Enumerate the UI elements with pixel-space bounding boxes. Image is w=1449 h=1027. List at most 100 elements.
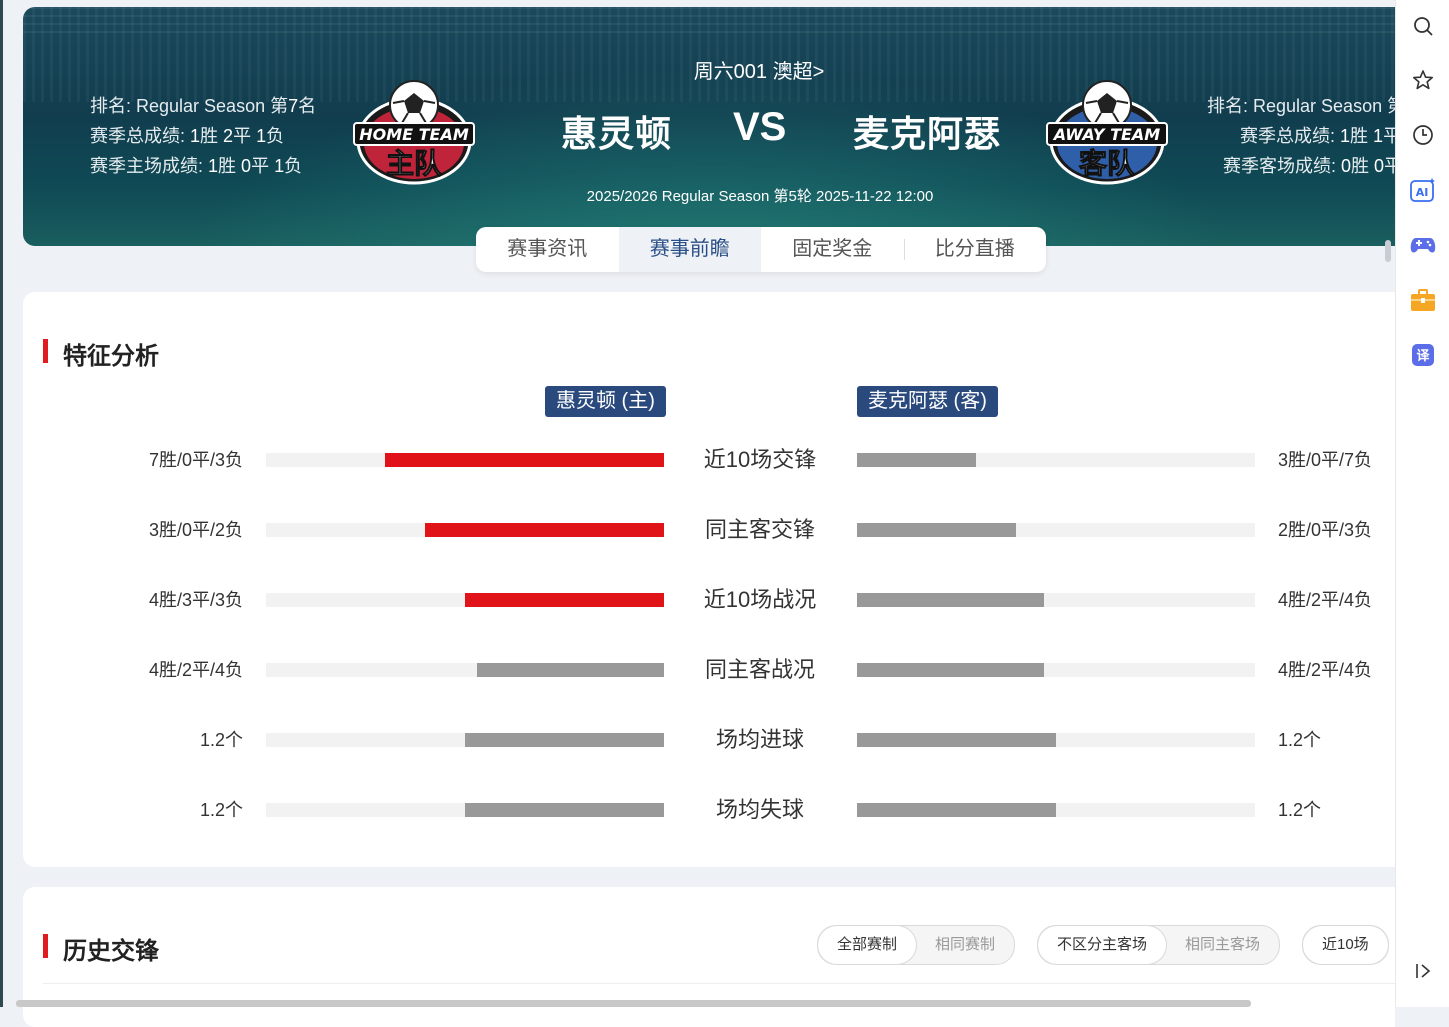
feature-home-bar — [465, 593, 664, 607]
tab-live-score[interactable]: 比分直播 — [903, 227, 1047, 272]
feature-label: 近10场交锋 — [703, 447, 817, 472]
feature-home-value: 4胜/3平/3负 — [148, 590, 243, 610]
filter-same-competition[interactable]: 相同赛制 — [916, 926, 1014, 964]
game-icon[interactable] — [1409, 231, 1437, 259]
horizontal-scrollbar[interactable] — [16, 1000, 1251, 1007]
feature-away-bar-track — [857, 523, 1255, 537]
vs-label: VS — [733, 105, 787, 149]
away-team-stats: 排名: Regular Season 第 赛季总成绩: 1胜 1平 赛季客场成绩… — [1203, 91, 1395, 181]
star-icon[interactable] — [1409, 66, 1437, 94]
feature-away-value: 4胜/2平/4负 — [1278, 660, 1373, 680]
feature-row: 7胜/0平/3负 近10场交锋 3胜/0平/7负 — [23, 440, 1395, 480]
svg-text:HOME TEAM: HOME TEAM — [359, 125, 469, 144]
search-icon[interactable] — [1409, 12, 1437, 40]
feature-home-bar — [477, 663, 664, 677]
feature-home-bar-track — [266, 803, 664, 817]
feature-away-value: 1.2个 — [1278, 800, 1322, 820]
history-icon[interactable] — [1409, 121, 1437, 149]
tab-preview[interactable]: 赛事前瞻 — [618, 227, 761, 272]
feature-home-bar-track — [266, 453, 664, 467]
feature-home-bar — [465, 733, 664, 747]
feature-label: 同主客战况 — [704, 657, 815, 682]
feature-home-value: 4胜/2平/4负 — [148, 660, 243, 680]
scrollbar-thumb[interactable] — [1385, 240, 1391, 262]
feature-away-value: 1.2个 — [1278, 730, 1322, 750]
briefcase-icon[interactable] — [1409, 286, 1437, 314]
filter-last-10[interactable]: 近10场 — [1303, 926, 1388, 964]
feature-home-bar-track — [266, 663, 664, 677]
away-venue-record: 赛季客场成绩: 0胜 0平 — [1223, 156, 1395, 176]
match-tabs: 赛事资讯 赛事前瞻 固定奖金 比分直播 — [476, 227, 1046, 272]
competition-filter: 全部赛制 相同赛制 — [817, 925, 1016, 965]
away-team-logo: AWAY TEAM 客队 — [1041, 75, 1173, 195]
home-team-badge: 惠灵顿 (主) — [545, 386, 666, 417]
collapse-icon[interactable] — [1409, 957, 1437, 985]
feature-away-bar — [857, 803, 1056, 817]
home-season-record: 赛季总成绩: 1胜 2平 1负 — [90, 126, 285, 146]
away-team-name[interactable]: 麦克阿瑟 — [853, 105, 1001, 157]
home-venue-record: 赛季主场成绩: 1胜 0平 1负 — [90, 156, 303, 176]
feature-home-value: 3胜/0平/2负 — [148, 520, 243, 540]
feature-label: 同主客交锋 — [704, 517, 815, 542]
filter-any-venue[interactable]: 不区分主客场 — [1038, 926, 1167, 964]
league-link[interactable]: 周六001 澳超> — [23, 55, 1395, 84]
home-team-logo: HOME TEAM 主队 — [348, 75, 480, 195]
feature-label: 近10场战况 — [703, 587, 817, 612]
feature-away-value: 2胜/0平/3负 — [1278, 520, 1373, 540]
feature-label: 场均失球 — [715, 797, 804, 822]
home-rank: 排名: Regular Season 第7名 — [90, 96, 317, 116]
filter-same-venue[interactable]: 相同主客场 — [1166, 926, 1279, 964]
feature-home-bar-track — [266, 733, 664, 747]
match-header: 周六001 澳超> 排名: Regular Season 第7名 赛季总成绩: … — [23, 7, 1395, 246]
tab-fixed-odds[interactable]: 固定奖金 — [761, 227, 904, 272]
feature-away-value: 3胜/0平/7负 — [1278, 450, 1373, 470]
svg-text:AWAY TEAM: AWAY TEAM — [1052, 125, 1161, 144]
feature-row: 4胜/3平/3负 近10场战况 4胜/2平/4负 — [23, 580, 1395, 620]
feature-away-bar-track — [857, 803, 1255, 817]
away-team-badge: 麦克阿瑟 (客) — [857, 386, 998, 417]
feature-analysis-card: 特征分析 惠灵顿 (主) 麦克阿瑟 (客) 7胜/0平/3负 近10场交锋 3胜/0… — [23, 292, 1395, 867]
away-rank: 排名: Regular Season 第 — [1207, 96, 1395, 116]
feature-home-value: 1.2个 — [199, 730, 243, 750]
feature-away-bar-track — [857, 733, 1255, 747]
feature-home-value: 1.2个 — [199, 800, 243, 820]
svg-text:客队: 客队 — [1079, 147, 1136, 180]
count-filter: 近10场 — [1302, 925, 1389, 965]
feature-home-bar — [425, 523, 664, 537]
feature-away-bar — [857, 523, 1016, 537]
translate-icon[interactable]: 译 — [1409, 341, 1437, 369]
feature-row: 1.2个 场均失球 1.2个 — [23, 790, 1395, 830]
filter-all-competitions[interactable]: 全部赛制 — [818, 926, 917, 964]
feature-home-bar — [385, 453, 664, 467]
feature-row: 1.2个 场均进球 1.2个 — [23, 720, 1395, 760]
feature-row: 3胜/0平/2负 同主客交锋 2胜/0平/3负 — [23, 510, 1395, 550]
feature-away-bar-track — [857, 663, 1255, 677]
tab-news[interactable]: 赛事资讯 — [476, 227, 619, 272]
feature-away-bar — [857, 593, 1044, 607]
feature-away-bar — [857, 453, 976, 467]
svg-text:AI: AI — [1416, 186, 1429, 199]
feature-home-bar-track — [266, 593, 664, 607]
svg-text:译: 译 — [1416, 349, 1430, 364]
left-window-edge — [0, 0, 3, 1007]
svg-text:主队: 主队 — [386, 147, 443, 180]
feature-away-bar — [857, 733, 1056, 747]
divider — [43, 983, 1395, 984]
feature-home-bar — [465, 803, 664, 817]
feature-home-bar-track — [266, 523, 664, 537]
section-title-history: 历史交锋 — [43, 931, 159, 966]
home-team-name[interactable]: 惠灵顿 — [561, 105, 672, 157]
venue-filter: 不区分主客场 相同主客场 — [1037, 925, 1281, 965]
feature-home-value: 7胜/0平/3负 — [148, 450, 243, 470]
feature-label: 场均进球 — [715, 727, 804, 752]
away-season-record: 赛季总成绩: 1胜 1平 — [1240, 126, 1395, 146]
stadium-lights-background — [23, 7, 1395, 37]
section-title-features: 特征分析 — [43, 336, 159, 371]
feature-away-value: 4胜/2平/4负 — [1278, 590, 1373, 610]
ai-icon[interactable]: AI — [1409, 176, 1437, 204]
match-datetime: 2025/2026 Regular Season 第5轮 2025-11-22 … — [586, 188, 934, 205]
feature-away-bar — [857, 663, 1044, 677]
feature-away-bar-track — [857, 453, 1255, 467]
browser-side-toolbar: AI 译 — [1395, 0, 1449, 1007]
home-team-stats: 排名: Regular Season 第7名 赛季总成绩: 1胜 2平 1负 赛… — [90, 91, 316, 181]
